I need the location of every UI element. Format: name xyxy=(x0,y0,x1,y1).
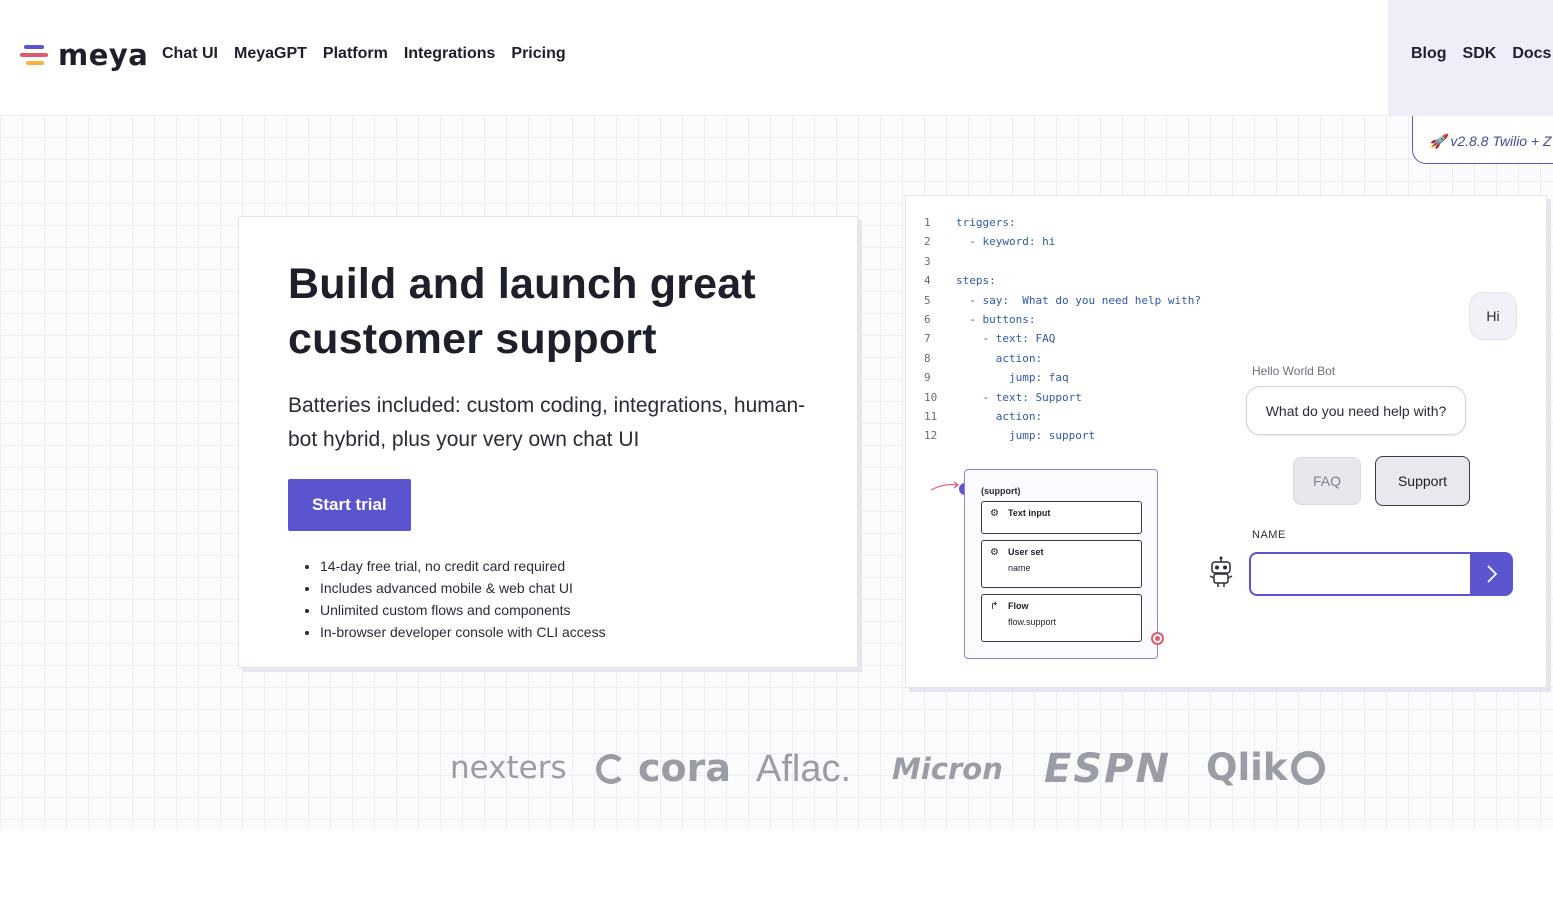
flow-node-text-input[interactable]: ⚙ Text input xyxy=(981,501,1142,534)
bot-name: Hello World Bot xyxy=(1252,364,1336,378)
support-button[interactable]: Support xyxy=(1375,456,1470,506)
nav-docs[interactable]: Docs xyxy=(1512,45,1551,63)
robot-icon xyxy=(1209,556,1233,587)
logo-cora: cora xyxy=(596,746,731,790)
code-line: 6 - buttons: xyxy=(924,312,1036,326)
logo-qlik: Qlik xyxy=(1206,746,1326,789)
code-line: 5 - say: What do you need help with? xyxy=(924,293,1202,307)
demo-panel: 1 triggers: 2 - keyword: hi 3 4 steps: 5 -… xyxy=(905,195,1547,688)
hero-subtitle: Batteries included: custom coding, integ… xyxy=(288,394,806,451)
code-line: 2 - keyword: hi xyxy=(924,235,1056,249)
list-item: Unlimited custom flows and components xyxy=(320,599,808,621)
nav-blog[interactable]: Blog xyxy=(1411,45,1447,63)
code-editor: 1 triggers: 2 - keyword: hi 3 4 steps: 5 -… xyxy=(924,216,1201,449)
component-icon: ⚙ xyxy=(990,547,999,558)
send-button[interactable] xyxy=(1470,552,1513,596)
site-header: meya Chat UI MeyaGPT Platform Integratio… xyxy=(0,0,1553,115)
arrow-icon xyxy=(930,481,959,491)
code-line: 8 action: xyxy=(924,351,1043,365)
logo-micron: Micron xyxy=(892,752,1003,786)
faq-button[interactable]: FAQ xyxy=(1293,457,1361,505)
code-line: 4 steps: xyxy=(924,274,996,288)
component-icon: ⚙ xyxy=(990,508,999,519)
code-line: 1 triggers: xyxy=(924,216,1016,229)
logo-espn: ESPN xyxy=(1044,746,1171,792)
flow-node-user-set[interactable]: ⚙ User set name xyxy=(981,540,1142,588)
feature-list: 14-day free trial, no credit card requir… xyxy=(288,555,808,643)
user-message-bubble: Hi xyxy=(1469,292,1517,340)
version-badge[interactable]: 🚀 v2.8.8 Twilio + Z xyxy=(1412,116,1553,164)
code-line: 11 action: xyxy=(924,409,1043,423)
name-input[interactable] xyxy=(1249,552,1471,596)
nav-sdk[interactable]: SDK xyxy=(1463,45,1497,63)
nav-integrations[interactable]: Integrations xyxy=(404,45,496,63)
chevron-right-icon xyxy=(1486,565,1497,583)
nav-chat-ui[interactable]: Chat UI xyxy=(162,45,218,63)
flow-node-flow[interactable]: ↱ Flow flow.support xyxy=(981,594,1142,642)
flow-diagram: (support) ⚙ Text input ⚙ User set name ↱… xyxy=(964,469,1158,659)
list-item: Includes advanced mobile & web chat UI xyxy=(320,577,808,599)
code-line: 7 - text: FAQ xyxy=(924,332,1056,346)
secondary-nav: Blog SDK Docs xyxy=(1411,45,1551,63)
hero-title: Build and launch great customer support xyxy=(288,260,756,363)
nav-platform[interactable]: Platform xyxy=(323,45,388,63)
list-item: 14-day free trial, no credit card requir… xyxy=(320,555,808,577)
flow-icon: ↱ xyxy=(990,601,999,612)
name-input-label: NAME xyxy=(1252,529,1286,541)
nav-pricing[interactable]: Pricing xyxy=(511,45,565,63)
logo-nexters: nexters xyxy=(450,750,567,786)
code-line: 12 jump: support xyxy=(924,429,1096,443)
logo-aflac: Aflac. xyxy=(756,748,852,790)
code-line: 10 - text: Support xyxy=(924,390,1082,404)
meya-logo-icon xyxy=(20,40,50,70)
customer-logos: nexters cora Aflac. Micron ESPN Qlik xyxy=(450,746,1340,792)
bot-message-bubble: What do you need help with? xyxy=(1246,386,1466,435)
hero-card: Build and launch great customer support … xyxy=(238,216,858,668)
code-line: 3 xyxy=(924,254,931,268)
code-line: 9 jump: faq xyxy=(924,371,1069,385)
main-nav: Chat UI MeyaGPT Platform Integrations Pr… xyxy=(162,45,566,63)
brand-name: meya xyxy=(58,38,149,72)
flow-exit-dot xyxy=(1151,632,1164,645)
start-trial-button[interactable]: Start trial xyxy=(288,479,411,531)
brand-logo[interactable]: meya xyxy=(20,38,148,72)
list-item: In-browser developer console with CLI ac… xyxy=(320,621,808,643)
flow-title: (support) xyxy=(981,486,1021,496)
nav-meyagpt[interactable]: MeyaGPT xyxy=(234,45,307,63)
